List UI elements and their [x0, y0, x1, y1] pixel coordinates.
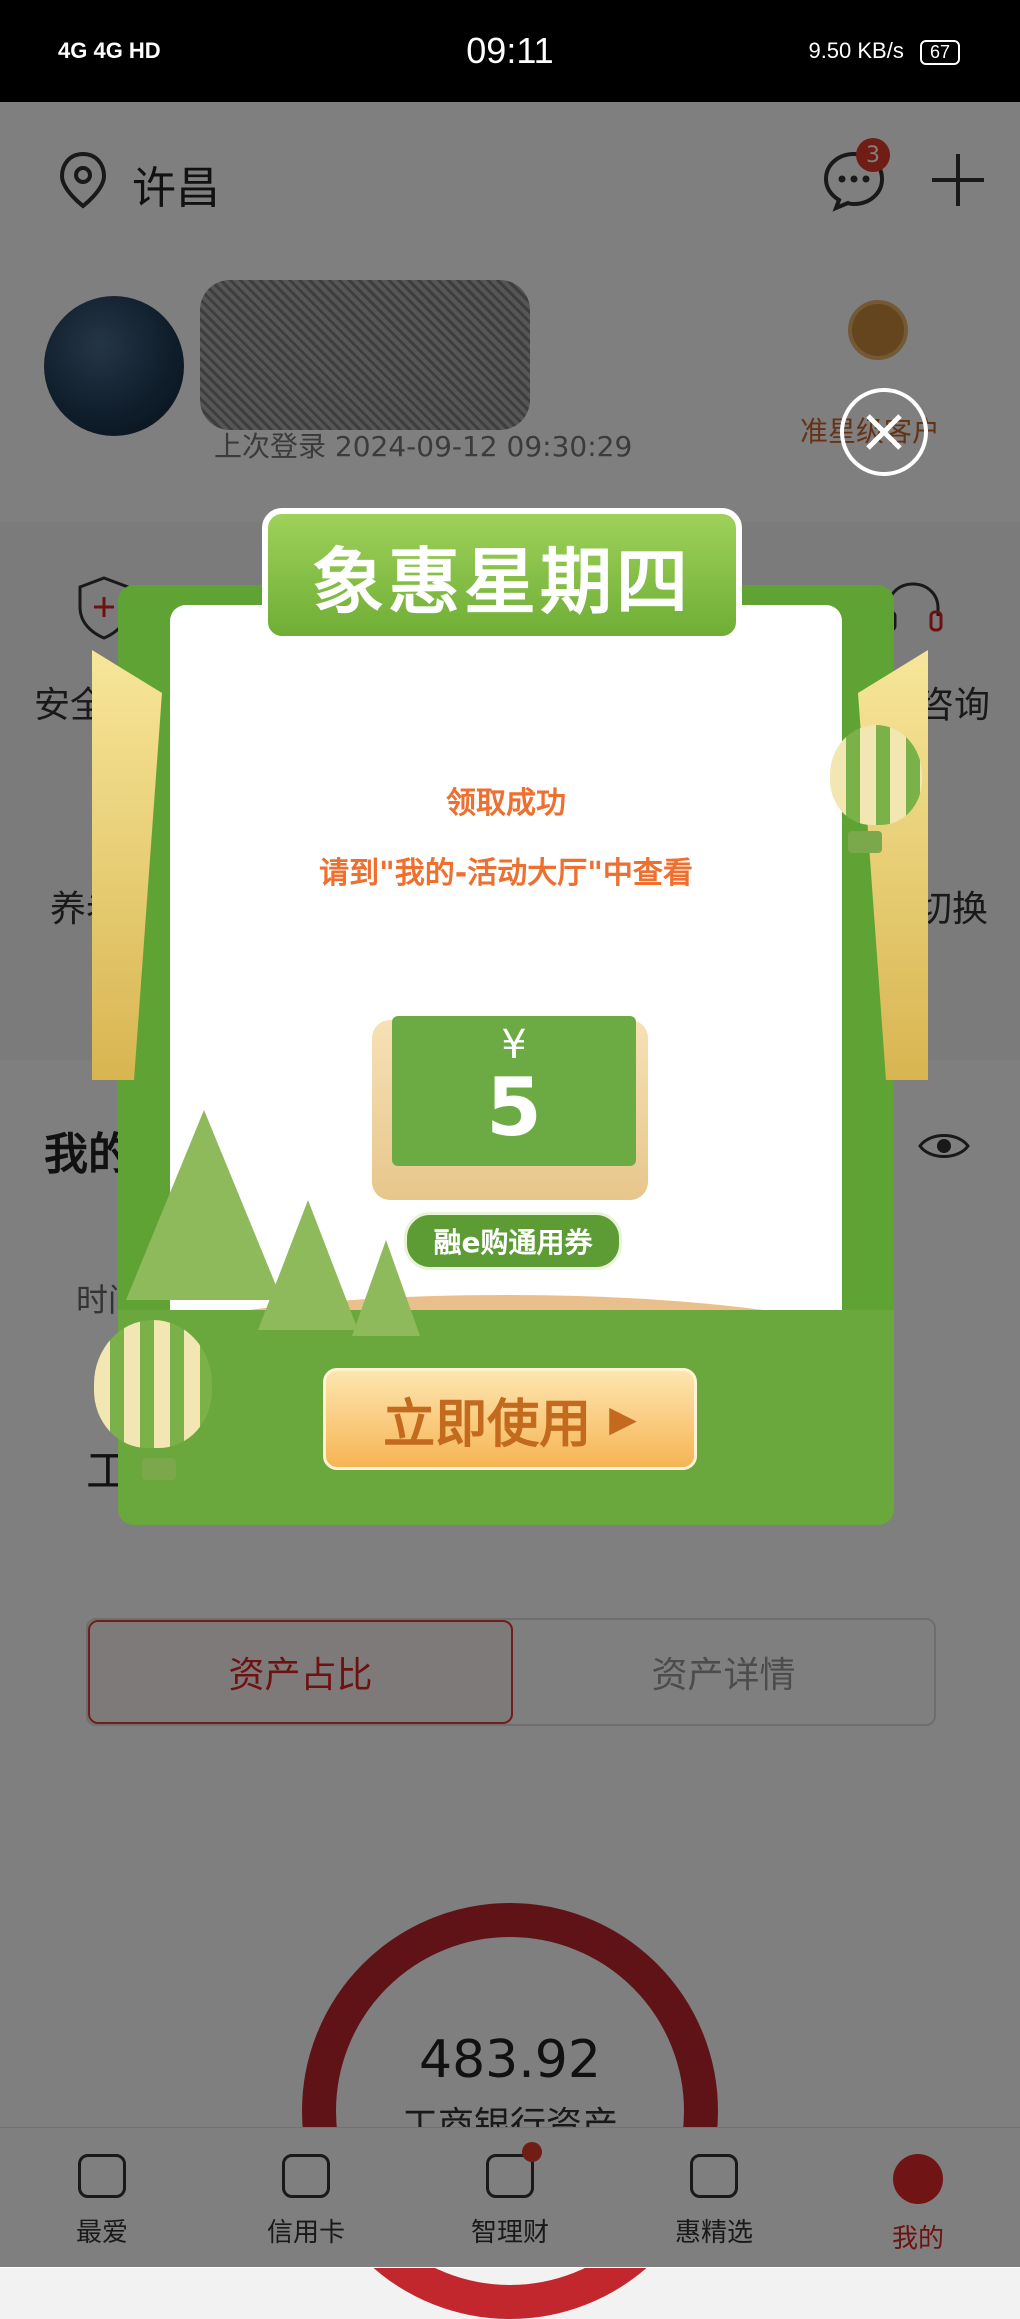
hint-text: 请到"我的-活动大厅"中查看: [319, 856, 693, 891]
balloon-left-icon: [94, 1320, 212, 1480]
tree-medium-icon: [258, 1200, 358, 1330]
close-icon: [866, 414, 902, 450]
use-now-label: 立即使用: [383, 1394, 592, 1455]
modal-title: 象惠星期四: [262, 508, 742, 642]
battery-icon: 67: [919, 40, 960, 65]
network-speed: 9.50 KB/s: [808, 38, 904, 63]
coupon-label: 融e购通用券: [404, 1212, 622, 1270]
use-now-button[interactable]: 立即使用 ▶: [323, 1368, 697, 1470]
coupon-ticket: ¥ 5: [392, 1016, 636, 1166]
arrow-right-icon: ▶: [609, 1398, 637, 1440]
success-text: 领取成功: [446, 786, 566, 821]
balloon-right-icon: [830, 725, 922, 853]
status-bar: 4G 4G HD 09:11 9.50 KB/s 67: [0, 0, 1020, 102]
status-right: 9.50 KB/s 67: [808, 38, 960, 65]
close-button[interactable]: [840, 388, 928, 476]
coupon-amount: 5: [486, 1061, 542, 1154]
tree-small-icon: [352, 1240, 420, 1336]
